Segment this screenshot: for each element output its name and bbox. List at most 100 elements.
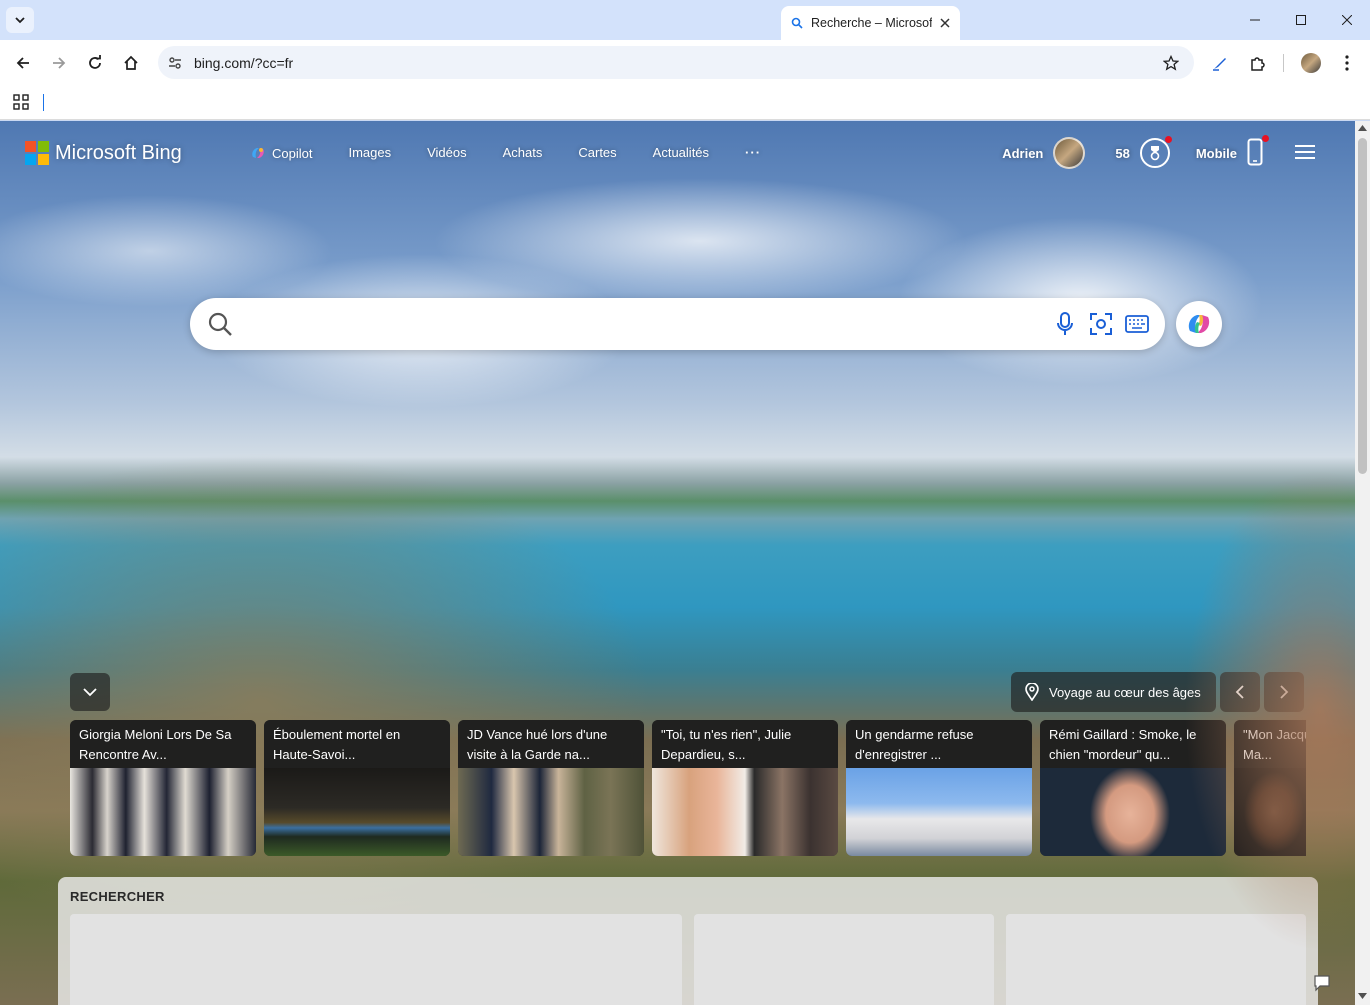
news-thumbnail	[652, 768, 838, 856]
rechercher-card[interactable]	[1006, 914, 1306, 1005]
profile-avatar	[1301, 53, 1321, 73]
forward-button[interactable]	[44, 48, 74, 78]
news-card[interactable]: Éboulement mortel en Haute-Savoi...	[264, 720, 450, 856]
maximize-button[interactable]	[1278, 0, 1324, 40]
bing-homepage: Microsoft Bing Copilot Images Vidéos Ach…	[0, 121, 1355, 1005]
chevron-down-icon	[15, 17, 25, 24]
copilot-button[interactable]	[1176, 301, 1222, 347]
header-user-area: Adrien 58 Mobile	[1002, 134, 1315, 169]
news-headline: "Mon Jacques, Jacques Ma...	[1234, 720, 1306, 768]
apps-grid-button[interactable]	[13, 94, 29, 115]
close-window-button[interactable]	[1324, 0, 1370, 40]
browser-menu-button[interactable]	[1332, 48, 1362, 78]
location-pin-icon	[1025, 683, 1039, 701]
search-input[interactable]	[250, 304, 1047, 344]
news-headline: Éboulement mortel en Haute-Savoi...	[264, 720, 450, 768]
previous-image-button[interactable]	[1220, 672, 1260, 712]
news-card[interactable]: Rémi Gaillard : Smoke, le chien "mordeur…	[1040, 720, 1226, 856]
news-card[interactable]: Un gendarme refuse d'enregistrer ...	[846, 720, 1032, 856]
collapse-feed-button[interactable]	[70, 673, 110, 711]
minimize-icon	[1250, 19, 1260, 21]
logo-text: Microsoft Bing	[55, 141, 182, 164]
toolbar-separator	[1283, 54, 1284, 72]
rechercher-section: RECHERCHER	[58, 877, 1318, 1005]
back-button[interactable]	[8, 48, 38, 78]
site-info-button[interactable]	[160, 48, 190, 78]
tab-search-button[interactable]	[6, 7, 34, 33]
news-headline: Rémi Gaillard : Smoke, le chien "mordeur…	[1040, 720, 1226, 768]
search-icon	[791, 17, 803, 29]
star-icon	[1163, 54, 1179, 71]
apps-grid-icon	[13, 94, 29, 110]
notification-dot	[1164, 136, 1172, 143]
profile-button[interactable]	[1296, 48, 1326, 78]
browser-tab[interactable]: Recherche – Microsoft Bing	[781, 6, 960, 40]
mobile-button[interactable]: Mobile	[1195, 134, 1269, 169]
search-box	[190, 298, 1165, 350]
url-text[interactable]: bing.com/?cc=fr	[194, 55, 1156, 71]
news-card[interactable]: JD Vance hué lors d'une visite à la Gard…	[458, 720, 644, 856]
nav-images[interactable]: Images	[348, 145, 391, 161]
home-icon	[124, 55, 138, 70]
nav-videos[interactable]: Vidéos	[427, 145, 467, 161]
news-thumbnail	[1040, 768, 1226, 856]
chevron-down-icon	[83, 688, 97, 697]
account-button[interactable]: Adrien	[1002, 137, 1086, 169]
bookmarks-separator	[43, 94, 44, 111]
pen-extension-icon	[1213, 58, 1226, 71]
news-thumbnail	[264, 768, 450, 856]
tune-icon	[169, 56, 181, 69]
rechercher-card[interactable]	[694, 914, 994, 1005]
reload-icon	[89, 55, 101, 69]
nav-copilot[interactable]: Copilot	[250, 145, 312, 161]
bookmarks-bar	[0, 85, 1370, 120]
nav-shopping[interactable]: Achats	[503, 145, 543, 161]
news-card[interactable]: "Toi, tu n'es rien", Julie Depardieu, s.…	[652, 720, 838, 856]
scroll-down-arrow-icon[interactable]	[1358, 993, 1367, 999]
maximize-icon	[1296, 15, 1306, 25]
rewards-button[interactable]: 58	[1115, 136, 1172, 168]
rewards-medal-icon	[1139, 136, 1172, 168]
microsoft-logo-icon	[25, 141, 49, 165]
nav-maps[interactable]: Cartes	[578, 145, 616, 161]
scrollbar-thumb[interactable]	[1358, 138, 1367, 474]
mobile-label: Mobile	[1195, 145, 1237, 161]
feedback-button[interactable]	[1310, 971, 1334, 995]
extensions-button[interactable]	[1243, 48, 1273, 78]
copilot-icon	[252, 148, 264, 158]
news-headline: Giorgia Meloni Lors De Sa Rencontre Av..…	[70, 720, 256, 768]
address-bar[interactable]: bing.com/?cc=fr	[158, 46, 1194, 79]
close-icon	[1342, 15, 1352, 25]
close-tab-icon[interactable]	[940, 18, 950, 28]
reload-button[interactable]	[80, 48, 110, 78]
visual-search-button[interactable]	[1083, 306, 1119, 342]
bookmark-star-button[interactable]	[1156, 48, 1186, 78]
next-image-button[interactable]	[1264, 672, 1304, 712]
news-carousel: Giorgia Meloni Lors De Sa Rencontre Av..…	[70, 720, 1306, 857]
hamburger-menu-button[interactable]	[1295, 144, 1315, 163]
bing-nav: Copilot Images Vidéos Achats Cartes Actu…	[250, 145, 761, 161]
bing-header: Microsoft Bing Copilot Images Vidéos Ach…	[0, 121, 1355, 189]
image-info-button[interactable]: Voyage au cœur des âges	[1011, 672, 1216, 712]
news-card[interactable]: "Mon Jacques, Jacques Ma...	[1234, 720, 1306, 856]
news-card[interactable]: Giorgia Meloni Lors De Sa Rencontre Av..…	[70, 720, 256, 856]
home-button[interactable]	[116, 48, 146, 78]
notification-dot	[1262, 134, 1269, 142]
minimize-button[interactable]	[1232, 0, 1278, 40]
extension-pen-button[interactable]	[1205, 48, 1235, 78]
nav-more[interactable]: ···	[745, 145, 761, 161]
news-headline: JD Vance hué lors d'une visite à la Gard…	[458, 720, 644, 768]
keyboard-button[interactable]	[1119, 306, 1155, 342]
browser-toolbar: bing.com/?cc=fr	[0, 40, 1370, 85]
scroll-up-arrow-icon[interactable]	[1358, 125, 1367, 131]
feedback-icon	[1314, 975, 1330, 992]
avatar	[1053, 137, 1086, 169]
chevron-left-icon	[1235, 685, 1244, 699]
rechercher-card[interactable]	[70, 914, 682, 1005]
news-thumbnail	[846, 768, 1032, 856]
nav-news[interactable]: Actualités	[653, 145, 709, 161]
arrow-right-icon	[53, 57, 66, 69]
voice-search-button[interactable]	[1047, 306, 1083, 342]
page-scrollbar[interactable]	[1355, 121, 1370, 1005]
bing-logo[interactable]: Microsoft Bing	[25, 141, 182, 165]
